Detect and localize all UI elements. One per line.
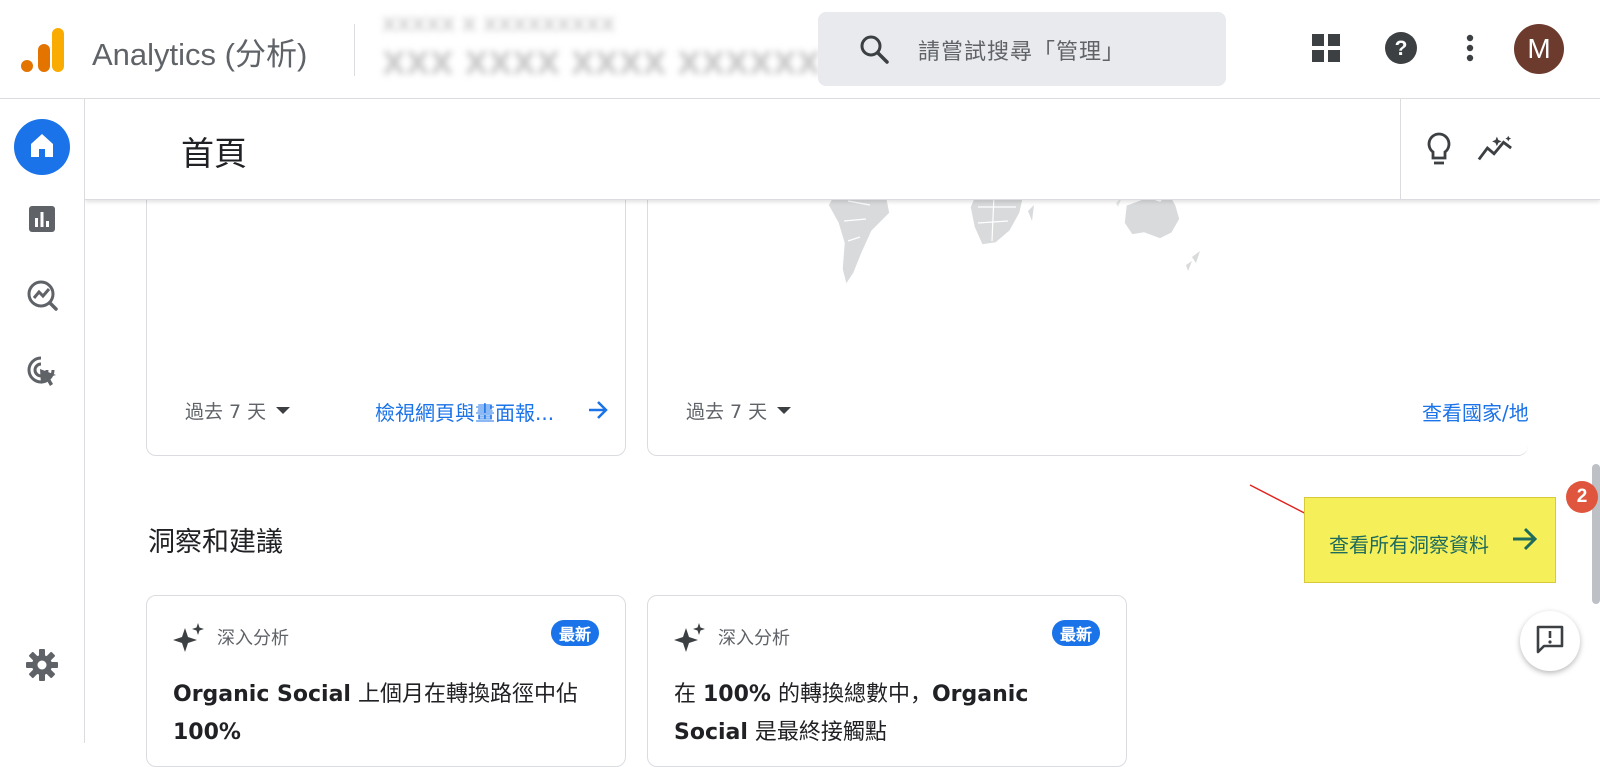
view-countries-label: 查看國家/地 — [1422, 401, 1528, 425]
content-edge — [1528, 200, 1558, 458]
search-icon — [858, 33, 890, 65]
insights-sparkline-icon[interactable] — [1477, 131, 1513, 167]
insights-section-title: 洞察和建議 — [148, 527, 283, 558]
gear-icon — [25, 648, 59, 686]
chevron-down-icon — [777, 407, 792, 414]
apps-grid-icon[interactable] — [1308, 30, 1344, 66]
insight-percent: 100% — [703, 682, 771, 707]
lightbulb-icon[interactable] — [1421, 131, 1457, 167]
ads-target-icon — [25, 354, 59, 392]
nav-item-settings[interactable] — [14, 639, 70, 695]
insight-text: Organic Social 上個月在轉換路徑中佔 100% — [173, 676, 593, 752]
insight-percent: 100% — [173, 720, 241, 745]
feedback-button[interactable] — [1520, 611, 1580, 671]
insight-channel: Organic Social — [173, 682, 351, 707]
header-divider — [1400, 99, 1401, 199]
insight-kicker: 深入分析 — [217, 628, 289, 649]
explore-trend-icon — [25, 278, 59, 316]
insight-desc: 上個月在轉換路徑中佔 — [350, 682, 578, 707]
nav-item-reports[interactable] — [14, 193, 70, 249]
page-header: 首頁 — [85, 99, 1600, 200]
sparkle-icon — [173, 622, 205, 658]
property-name: XXX XXXX XXXX XXXXXXX — [382, 46, 845, 82]
view-pages-report-link[interactable]: 檢視網頁與畫面報... — [375, 397, 554, 426]
chevron-down-icon — [276, 407, 291, 414]
top-bar: Analytics (分析) XXXXX X XXXXXXXXX XXX XXX… — [0, 0, 1600, 99]
annotation-step-badge: 2 — [1566, 481, 1598, 513]
bar-chart-icon — [27, 204, 57, 238]
arrow-right-icon — [587, 399, 609, 425]
nav-item-home[interactable] — [14, 119, 70, 175]
nav-item-advertising[interactable] — [14, 345, 70, 401]
search-bar[interactable]: 請嘗試搜尋「管理」 — [818, 12, 1226, 86]
avatar[interactable]: M — [1514, 24, 1564, 74]
app-title: Analytics (分析) — [92, 37, 308, 72]
insight-pre: 在 — [674, 682, 703, 707]
feedback-icon — [1535, 624, 1565, 658]
date-range-label-2: 過去 7 天 — [686, 401, 768, 423]
home-icon — [27, 130, 57, 164]
title-divider — [354, 24, 355, 76]
pages-card: 過去 7 天 檢視網頁與畫面報... — [146, 160, 626, 456]
new-badge: 最新 — [1052, 620, 1101, 646]
view-countries-link[interactable]: 查看國家/地 — [1422, 397, 1528, 426]
insight-text: 在 100% 的轉換總數中，Organic Social 是最終接觸點 — [674, 676, 1094, 752]
view-all-insights-label: 查看所有洞察資料 — [1329, 533, 1489, 557]
search-placeholder: 請嘗試搜尋「管理」 — [918, 40, 1126, 65]
date-range-label: 過去 7 天 — [185, 401, 267, 423]
view-all-insights-button[interactable]: 查看所有洞察資料 — [1304, 497, 1556, 583]
left-navigation — [0, 99, 85, 743]
analytics-logo[interactable] — [20, 26, 64, 74]
insight-desc: 的轉換總數中， — [770, 682, 932, 707]
svg-text:?: ? — [1395, 37, 1408, 60]
account-name: XXXXX X XXXXXXXXX — [382, 14, 615, 36]
page-title: 首頁 — [181, 134, 247, 173]
more-vert-icon[interactable] — [1452, 30, 1488, 66]
date-range-dropdown[interactable]: 過去 7 天 — [185, 397, 291, 424]
insight-card[interactable]: 深入分析 最新 在 100% 的轉換總數中，Organic Social 是最終… — [647, 595, 1127, 767]
countries-card: 過去 7 天 查看國家/地 — [647, 160, 1528, 456]
nav-item-explore[interactable] — [14, 269, 70, 325]
sparkle-icon — [674, 622, 706, 658]
help-icon[interactable]: ? — [1383, 30, 1419, 66]
view-pages-report-label: 檢視網頁與畫面報... — [375, 401, 555, 425]
insight-desc-2: 是最終接觸點 — [747, 720, 887, 745]
new-badge: 最新 — [551, 620, 600, 646]
insight-kicker: 深入分析 — [718, 628, 790, 649]
insight-card[interactable]: 深入分析 最新 Organic Social 上個月在轉換路徑中佔 100% — [146, 595, 626, 767]
arrow-right-icon — [1510, 524, 1540, 558]
date-range-dropdown-2[interactable]: 過去 7 天 — [686, 397, 792, 424]
account-selector[interactable]: XXXXX X XXXXXXXXX XXX XXXX XXXX XXXXXXX — [382, 10, 845, 86]
